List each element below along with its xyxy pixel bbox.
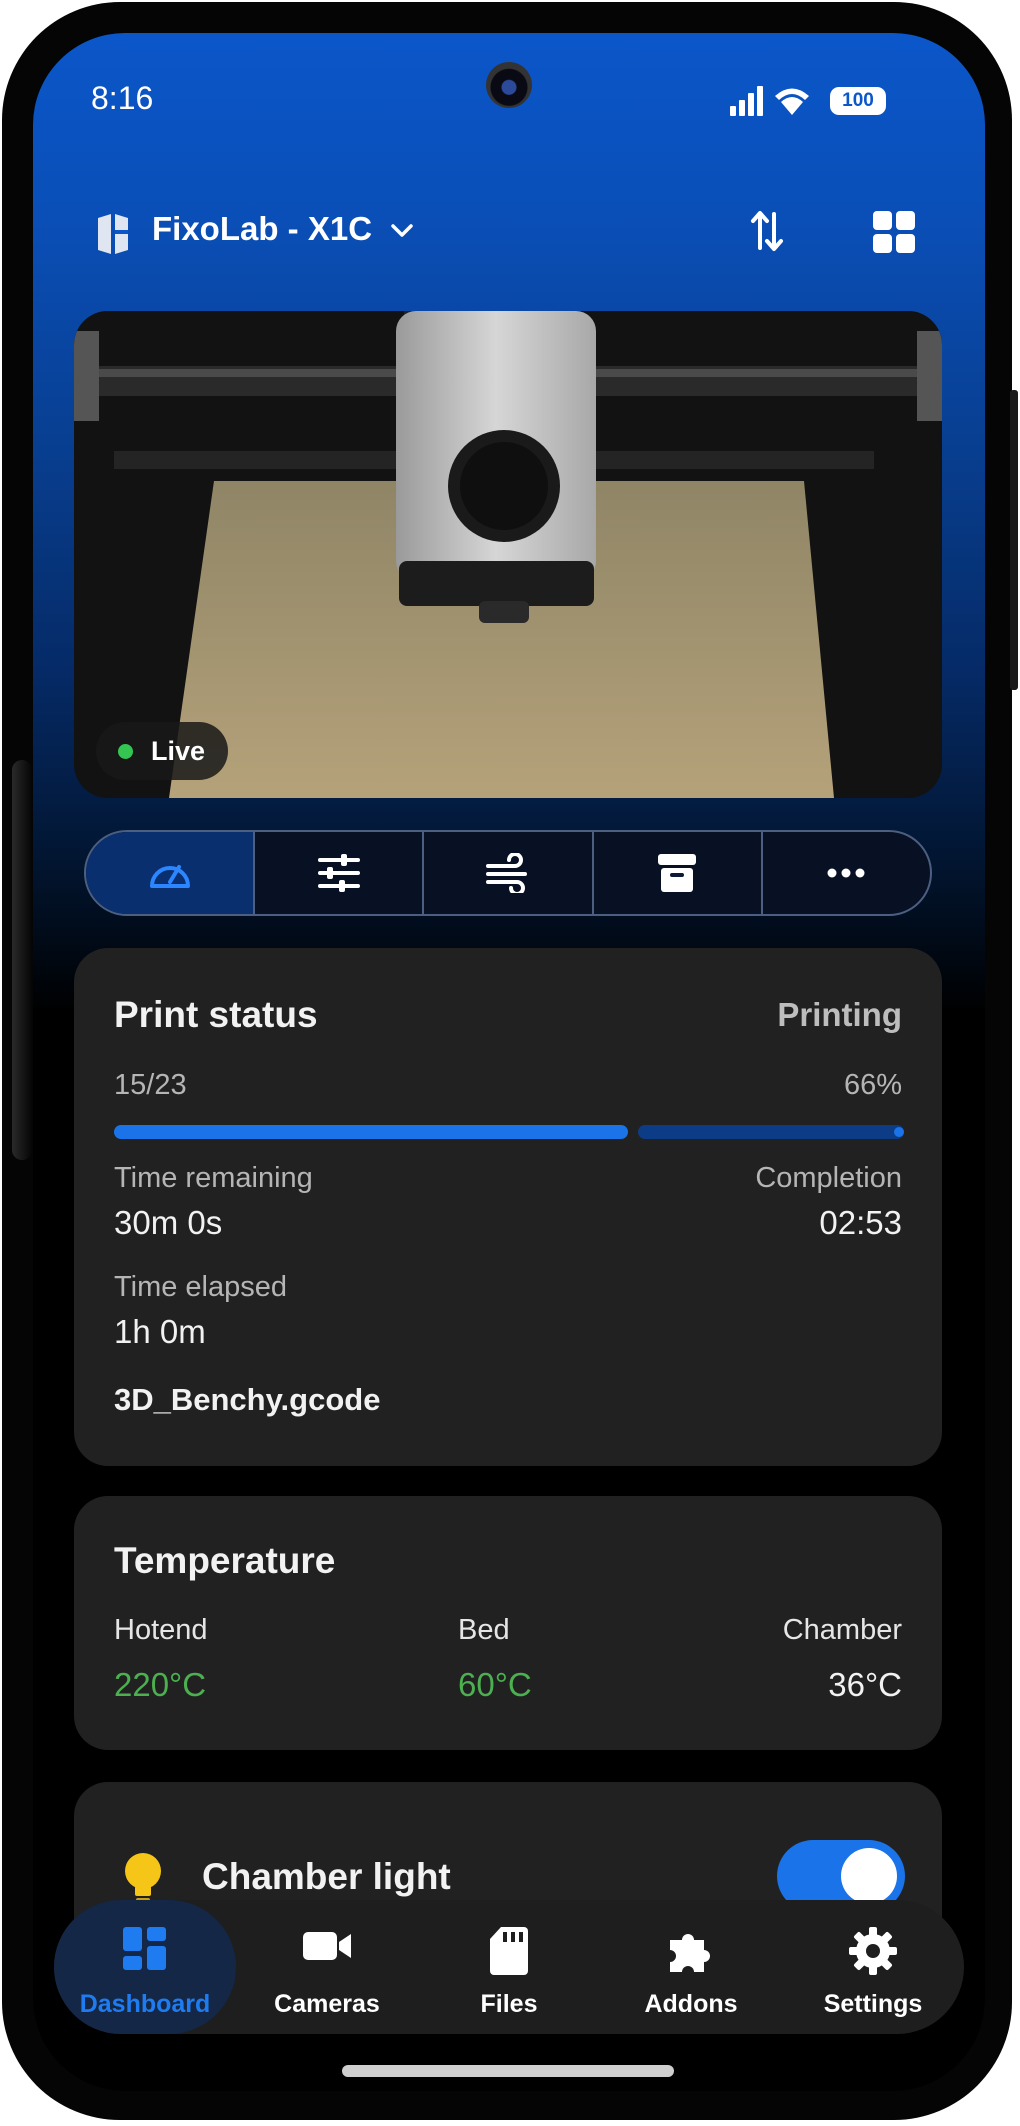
chamber-label: Chamber	[782, 1614, 902, 1646]
progress-fill	[114, 1125, 628, 1139]
print-progress-bar	[114, 1125, 904, 1139]
progress-remaining	[638, 1125, 904, 1139]
layer-count: 15/23	[114, 1069, 187, 1101]
progress-end-dot	[894, 1127, 904, 1137]
sliders-icon	[317, 854, 360, 892]
nav-addons-label: Addons	[644, 1990, 738, 2018]
dashboard-icon	[123, 1927, 166, 1970]
bottom-navigation: Dashboard Cameras Files Addons Settings	[54, 1900, 964, 2034]
temperature-card: Temperature Hotend 220°C Bed 60°C Chambe…	[74, 1496, 942, 1750]
live-badge: Live	[96, 722, 228, 780]
tab-storage[interactable]	[594, 832, 763, 914]
printer-selector[interactable]: FixoLab - X1C	[152, 210, 372, 248]
nav-dashboard[interactable]: Dashboard	[54, 1900, 236, 2034]
archive-box-icon	[658, 854, 697, 892]
progress-percent: 66%	[843, 1069, 902, 1101]
bed-label: Bed	[458, 1614, 510, 1646]
time-elapsed-label: Time elapsed	[114, 1271, 288, 1303]
time-elapsed-value: 1h 0m	[114, 1313, 206, 1350]
nav-cameras[interactable]: Cameras	[236, 1900, 418, 2034]
chevron-down-icon[interactable]	[390, 223, 414, 239]
gear-icon	[849, 1927, 897, 1975]
nav-addons[interactable]: Addons	[600, 1900, 782, 2034]
tab-fans[interactable]	[424, 832, 594, 914]
nav-settings-label: Settings	[823, 1990, 923, 2018]
time-remaining-label: Time remaining	[114, 1162, 313, 1194]
tab-controls[interactable]	[255, 832, 425, 914]
wind-icon	[486, 853, 527, 893]
live-status-dot	[118, 744, 133, 759]
print-status-title: Print status	[114, 994, 318, 1035]
hotend-label: Hotend	[114, 1614, 208, 1646]
video-camera-icon	[303, 1932, 351, 1960]
grid-view-icon[interactable]	[872, 210, 916, 254]
bed-temp[interactable]: 60°C	[458, 1666, 532, 1704]
status-time: 8:16	[91, 80, 154, 116]
print-state: Printing	[777, 996, 902, 1033]
more-horizontal-icon	[827, 868, 865, 878]
home-indicator[interactable]	[342, 2065, 674, 2077]
puzzle-piece-icon	[670, 1934, 710, 1972]
print-status-card: Print status Printing 15/23 66% Time rem…	[74, 948, 942, 1466]
speedometer-icon	[149, 865, 190, 888]
nav-settings[interactable]: Settings	[782, 1900, 964, 2034]
time-remaining-value: 30m 0s	[114, 1204, 223, 1241]
sd-card-icon	[490, 1927, 528, 1975]
phone-frame: 8:16 100 FixoLab - X1C Live Print status…	[0, 0, 1020, 2126]
file-name: 3D_Benchy.gcode	[114, 1382, 381, 1417]
chamber-temp: 36°C	[828, 1666, 902, 1703]
light-bulb-icon	[125, 1853, 161, 1903]
signal-wifi-icon	[730, 86, 809, 116]
nav-files[interactable]: Files	[418, 1900, 600, 2034]
side-button	[1010, 390, 1018, 690]
dashboard-tab-bar	[84, 830, 932, 916]
tab-status[interactable]	[86, 832, 256, 914]
completion-label: Completion	[755, 1162, 902, 1194]
completion-value: 02:53	[819, 1204, 902, 1241]
tab-more[interactable]	[763, 832, 930, 914]
hotend-temp[interactable]: 220°C	[114, 1666, 206, 1704]
nav-files-label: Files	[480, 1990, 538, 2018]
nav-dashboard-label: Dashboard	[79, 1990, 211, 2018]
printer-brand-icon	[98, 214, 128, 254]
toggle-knob	[841, 1848, 897, 1904]
front-camera	[486, 62, 532, 108]
nav-cameras-label: Cameras	[274, 1990, 380, 2018]
battery-indicator: 100	[830, 87, 886, 115]
temperature-title: Temperature	[114, 1540, 336, 1581]
swap-vertical-icon[interactable]	[750, 208, 784, 254]
chamber-light-label: Chamber light	[202, 1856, 451, 1897]
